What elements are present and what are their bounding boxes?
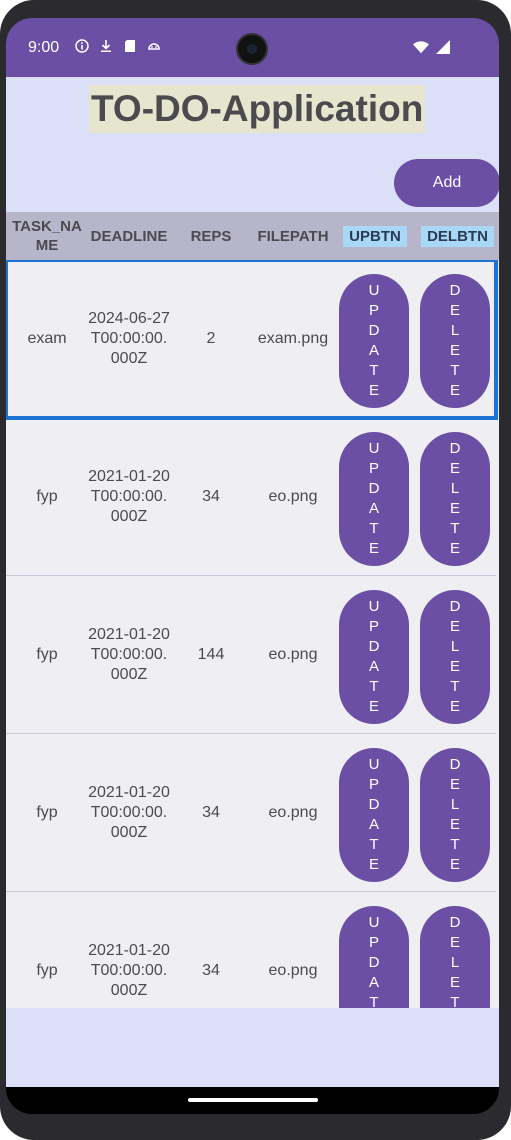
task-deadline: 2021-01-20T00:00:00.000Z — [88, 784, 170, 841]
status-icons-right — [413, 39, 451, 55]
delete-button[interactable]: DELETE — [420, 906, 490, 1008]
task-deadline: 2024-06-27T00:00:00.000Z — [88, 310, 170, 367]
task-name: fyp — [36, 646, 58, 663]
task-filepath: eo.png — [268, 488, 318, 505]
task-reps: 2 — [206, 330, 216, 347]
update-button[interactable]: UPDATE — [339, 432, 409, 566]
task-filepath: eo.png — [268, 962, 318, 979]
task-filepath: exam.png — [257, 330, 329, 347]
task-reps: 34 — [202, 488, 220, 505]
table-row[interactable]: fyp 2021-01-20T00:00:00.000Z 34 eo.png U… — [6, 734, 496, 892]
download-icon — [98, 38, 114, 54]
header-filepath: FILEPATH — [257, 227, 329, 245]
delete-button[interactable]: DELETE — [420, 274, 490, 408]
task-deadline: 2021-01-20T00:00:00.000Z — [88, 468, 170, 525]
task-filepath: eo.png — [268, 646, 318, 663]
update-button[interactable]: UPDATE — [339, 274, 409, 408]
sd-card-icon — [122, 38, 138, 54]
header-reps: REPS — [190, 227, 232, 245]
header-upbtn: UPBTN — [334, 212, 416, 260]
table-row[interactable]: fyp 2021-01-20T00:00:00.000Z 144 eo.png … — [6, 576, 496, 734]
update-button[interactable]: UPDATE — [339, 906, 409, 1008]
delete-button[interactable]: DELETE — [420, 590, 490, 724]
delete-button[interactable]: DELETE — [420, 748, 490, 882]
app-screen: TO-DO-Application Add TASK_NAME DEADLINE… — [6, 77, 499, 1087]
header-deadline: DEADLINE — [90, 227, 168, 245]
status-time: 9:00 — [28, 39, 60, 56]
header-delbtn: DELBTN — [416, 212, 499, 260]
update-button[interactable]: UPDATE — [339, 590, 409, 724]
task-list[interactable]: exam 2024-06-27T00:00:00.000Z 2 exam.png… — [6, 260, 499, 1008]
signal-icon — [435, 39, 451, 55]
delete-button[interactable]: DELETE — [420, 432, 490, 566]
task-reps: 34 — [202, 962, 220, 979]
task-deadline: 2021-01-20T00:00:00.000Z — [88, 626, 170, 683]
header-task-name: TASK_NAME — [12, 218, 82, 254]
task-name: fyp — [36, 962, 58, 979]
status-bar: 9:00 — [6, 18, 499, 77]
task-filepath: eo.png — [268, 804, 318, 821]
front-camera — [236, 33, 268, 65]
android-icon — [146, 38, 162, 54]
device-frame: 9:00 TO-DO-Application Add TASK_NAME DEA… — [0, 0, 511, 1140]
task-deadline: 2021-01-20T00:00:00.000Z — [88, 942, 170, 999]
navigation-bar — [6, 1087, 499, 1114]
page-title: TO-DO-Application — [89, 85, 426, 133]
update-button[interactable]: UPDATE — [339, 748, 409, 882]
task-reps: 144 — [197, 646, 225, 663]
wifi-icon — [413, 39, 429, 55]
add-button[interactable]: Add — [394, 159, 499, 207]
task-name: exam — [27, 330, 67, 347]
table-row[interactable]: fyp 2021-01-20T00:00:00.000Z 34 eo.png U… — [6, 892, 496, 1008]
status-icons-left — [74, 38, 162, 54]
table-row[interactable]: fyp 2021-01-20T00:00:00.000Z 34 eo.png U… — [6, 418, 496, 576]
header-upbtn-label: UPBTN — [343, 225, 407, 247]
task-name: fyp — [36, 488, 58, 505]
table-header: TASK_NAME DEADLINE REPS FILEPATH UPBTN D… — [6, 212, 499, 260]
header-delbtn-label: DELBTN — [421, 225, 494, 247]
task-name: fyp — [36, 804, 58, 821]
home-indicator[interactable] — [188, 1098, 318, 1102]
table-row[interactable]: exam 2024-06-27T00:00:00.000Z 2 exam.png… — [6, 260, 498, 420]
device-screen: 9:00 TO-DO-Application Add TASK_NAME DEA… — [6, 18, 499, 1114]
info-icon — [74, 38, 90, 54]
task-reps: 34 — [202, 804, 220, 821]
